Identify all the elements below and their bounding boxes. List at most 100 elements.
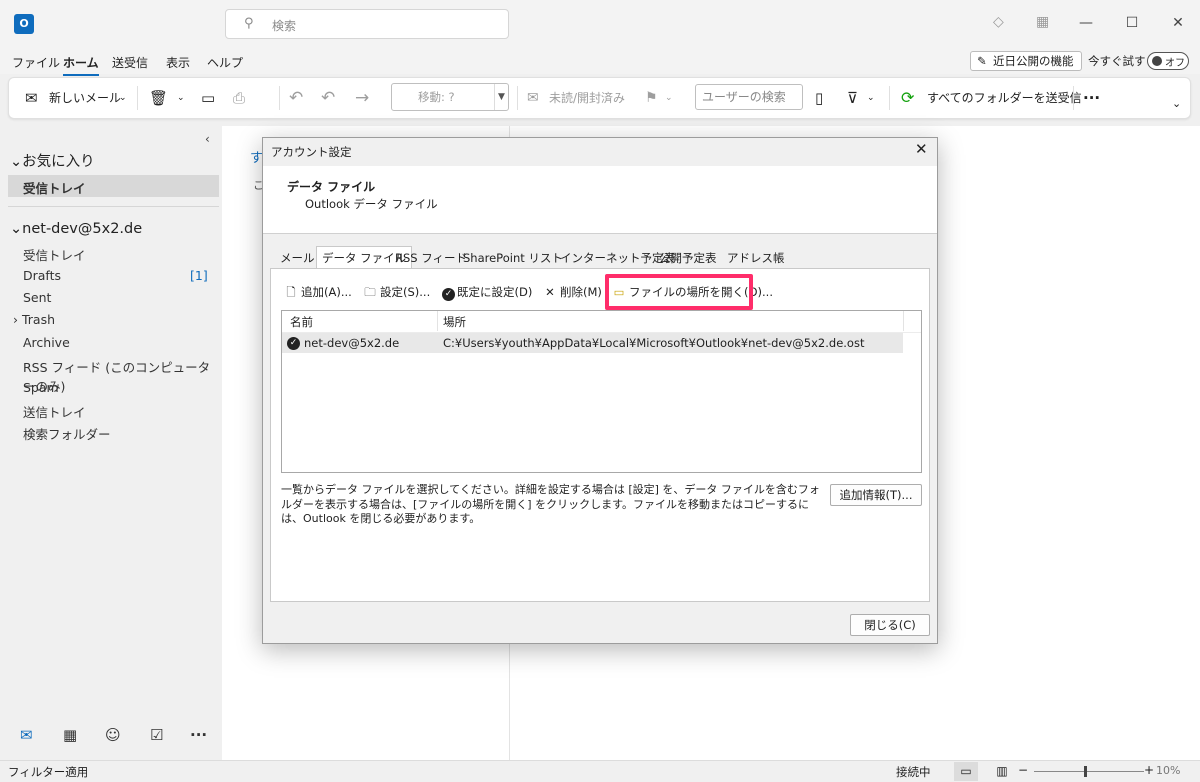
account-header[interactable]: ⌄net-dev@5x2.de [10, 221, 142, 237]
unread-read-button[interactable]: 未読/開封済み [549, 78, 625, 118]
more-apps-icon[interactable]: ··· [190, 726, 207, 744]
report-icon[interactable]: ⎙ [233, 78, 245, 118]
user-search-input[interactable]: ユーザーの検索 [695, 84, 803, 110]
flag-dropdown-icon[interactable]: ⌄ [665, 78, 673, 118]
dialog-tabs: メール データ ファイル RSS フィード SharePoint リスト インタ… [270, 246, 930, 269]
envelope-open-icon[interactable]: ✉ [527, 78, 539, 118]
filter-dropdown-icon[interactable]: ⌄ [867, 78, 875, 118]
folder-search-folders[interactable]: 検索フォルダー [23, 424, 111, 443]
folder-sent[interactable]: Sent [23, 290, 51, 305]
menu-help[interactable]: ヘルプ [207, 54, 243, 71]
try-now-toggle[interactable]: オフ [1147, 52, 1189, 70]
drafts-count-badge: [1] [190, 268, 208, 283]
new-mail-button[interactable]: 新しいメール [49, 78, 121, 118]
account-settings-dialog: アカウント設定 ✕ データ ファイル Outlook データ ファイル メール … [262, 137, 938, 644]
filter-status: フィルター適用 [8, 765, 89, 779]
ribbon-expand-icon[interactable]: ⌄ [1172, 84, 1181, 124]
new-mail-icon[interactable]: ✉ [25, 78, 38, 118]
settings-file-icon: 🗀 [364, 285, 376, 299]
data-files-list[interactable]: 名前 場所 ✓ net-dev@5x2.de C:¥Users¥youth¥Ap… [281, 310, 922, 473]
ribbon-separator [279, 86, 280, 110]
dialog-header-subtitle: Outlook データ ファイル [305, 197, 438, 211]
delete-icon[interactable]: 🗑 [149, 78, 168, 118]
folder-trash-label: Trash [21, 312, 56, 327]
chevron-down-icon[interactable]: ▼ [494, 84, 508, 110]
move-combo[interactable]: 移動: ? ▼ [391, 83, 509, 111]
forward-icon[interactable]: → [355, 78, 369, 118]
address-book-icon[interactable]: ▯ [815, 78, 823, 118]
tasks-icon[interactable]: ☑ [150, 726, 163, 744]
collapse-pane-icon[interactable]: ‹ [205, 132, 210, 146]
outlook-app-icon: O [14, 14, 34, 34]
menu-send-receive[interactable]: 送受信 [112, 54, 148, 71]
column-separator[interactable] [437, 311, 438, 331]
filter-icon[interactable]: ⊽ [847, 78, 858, 118]
calendar-icon[interactable]: ▦ [63, 726, 77, 744]
zoom-slider[interactable] [1034, 771, 1144, 772]
remove-button[interactable]: ✕ 削除(M) [542, 283, 602, 301]
archive-icon[interactable]: ▭ [201, 78, 215, 118]
settings-button[interactable]: 🗀 設定(S)... [362, 283, 430, 301]
more-options-button[interactable]: ··· [1083, 78, 1100, 118]
menu-home[interactable]: ホーム [63, 54, 99, 76]
row-name: net-dev@5x2.de [304, 336, 400, 350]
close-icon[interactable]: ✕ [915, 140, 928, 158]
folder-trash[interactable]: › Trash [13, 312, 55, 327]
description-text: 一覧からデータ ファイルを選択してください。詳細を設定する場合は [設定] を、… [281, 483, 820, 525]
zoom-slider-knob[interactable] [1084, 766, 1087, 777]
tab-mail[interactable]: メール [275, 248, 320, 268]
connection-status: 接続中 [896, 765, 931, 779]
try-now-label: 今すぐ試す [1088, 54, 1146, 68]
status-bar: フィルター適用 接続中 ▭ ▥ − + 10% [0, 760, 1200, 782]
remove-button-label: 削除(M) [560, 285, 602, 299]
column-header-location[interactable]: 場所 [443, 314, 466, 330]
favorites-header[interactable]: ⌄お気に入り [10, 150, 95, 171]
sync-icon[interactable]: ⟳ [901, 78, 914, 118]
more-info-button[interactable]: 追加情報(T)... [830, 484, 922, 506]
add-button[interactable]: 🗋 追加(A)... [283, 283, 351, 301]
tab-published-calendars[interactable]: 公開予定表 [654, 248, 722, 268]
favorite-inbox[interactable]: 受信トレイ [23, 178, 86, 197]
reading-view-icon[interactable]: ▥ [990, 762, 1014, 781]
toggle-label: オフ [1165, 58, 1185, 69]
search-box[interactable]: ⚲ 検索 [225, 9, 509, 39]
coming-soon-button[interactable]: ✎ 近日公開の機能 [970, 51, 1082, 71]
tab-sharepoint-lists[interactable]: SharePoint リスト [458, 248, 568, 268]
folder-archive[interactable]: Archive [23, 335, 70, 350]
zoom-out-icon[interactable]: − [1018, 763, 1028, 777]
data-files-panel: 🗋 追加(A)... 🗀 設定(S)... ✓ 既定に設定(D) ✕ 削除(M) ▭ ファ… [270, 268, 930, 602]
mail-icon[interactable]: ✉ [20, 726, 33, 744]
normal-view-icon[interactable]: ▭ [954, 762, 978, 781]
set-default-button[interactable]: ✓ 既定に設定(D) [442, 283, 532, 301]
maximize-button[interactable]: ☐ [1117, 10, 1147, 36]
qr-icon[interactable]: ▦ [1036, 14, 1049, 30]
reply-all-icon[interactable]: ↶ [321, 78, 335, 118]
close-button[interactable]: 閉じる(C) [850, 614, 930, 636]
diamond-icon[interactable]: ◇ [993, 14, 1004, 30]
delete-dropdown-icon[interactable]: ⌄ [177, 78, 185, 118]
minimize-button[interactable]: — [1071, 10, 1101, 36]
folder-spam[interactable]: Spam [23, 380, 59, 395]
folder-outbox[interactable]: 送信トレイ [23, 402, 86, 421]
title-bar: O ⚲ 検索 ◇ ▦ — ☐ ✕ [0, 0, 1200, 48]
people-icon[interactable]: ☺ [105, 726, 121, 744]
menu-view[interactable]: 表示 [166, 54, 190, 71]
folder-drafts[interactable]: Drafts [23, 268, 61, 283]
toggle-knob [1152, 56, 1162, 66]
column-header-name[interactable]: 名前 [290, 314, 313, 330]
dialog-title: アカウント設定 [271, 145, 352, 159]
search-placeholder: 検索 [272, 19, 297, 33]
favorites-header-label: お気に入り [22, 154, 95, 170]
zoom-in-icon[interactable]: + [1144, 763, 1154, 777]
ribbon-separator [517, 86, 518, 110]
reply-icon[interactable]: ↶ [289, 78, 303, 118]
folder-inbox[interactable]: 受信トレイ [23, 245, 86, 264]
close-window-button[interactable]: ✕ [1163, 10, 1193, 36]
column-separator[interactable] [903, 311, 904, 331]
new-mail-dropdown-icon[interactable]: ⌄ [119, 78, 127, 118]
flag-icon[interactable]: ⚑ [645, 78, 658, 118]
send-receive-all-button[interactable]: すべてのフォルダーを送受信 [927, 78, 1082, 118]
tab-address-books[interactable]: アドレス帳 [722, 248, 790, 268]
menu-file[interactable]: ファイル [12, 54, 60, 71]
search-icon: ⚲ [244, 16, 254, 31]
